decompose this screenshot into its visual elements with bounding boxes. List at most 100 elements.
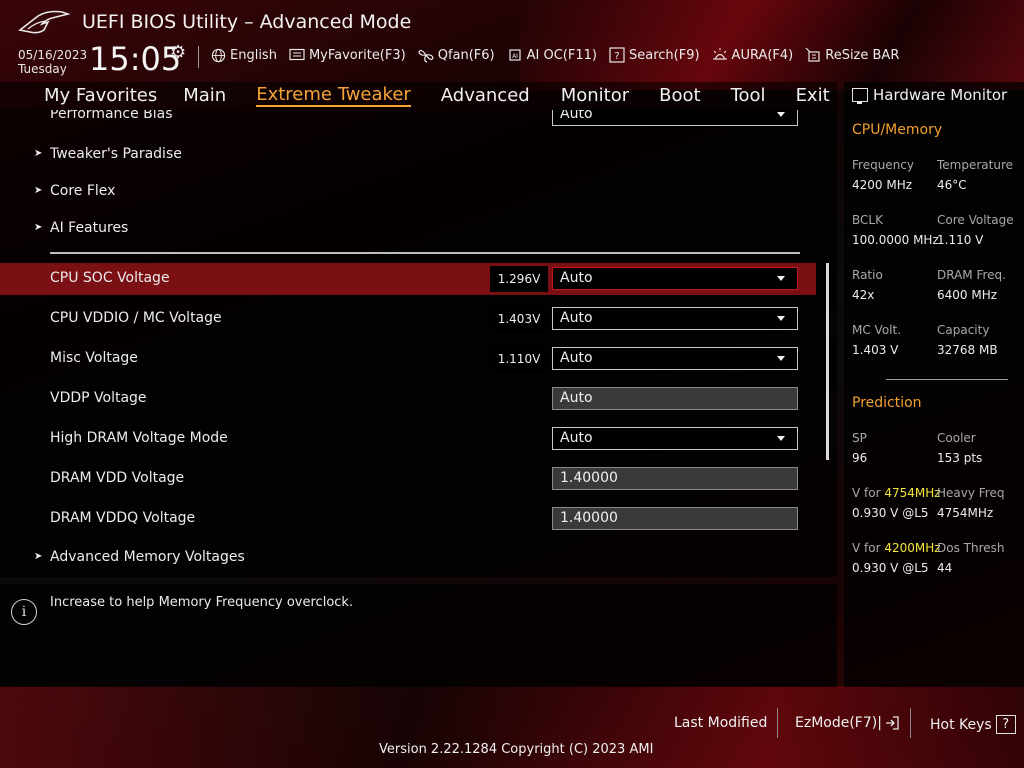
setting-label: DRAM VDDQ Voltage <box>50 510 196 526</box>
setting-label: DRAM VDD Voltage <box>50 470 185 486</box>
dos-thresh-value: 44 <box>937 561 953 575</box>
setting-label: CPU VDDIO / MC Voltage <box>50 310 222 326</box>
submenu-label: Tweaker's Paradise <box>50 146 182 162</box>
clock[interactable]: 15:05 <box>89 40 181 78</box>
aura-button[interactable]: AURA(F4) <box>712 47 794 63</box>
last-modified-button[interactable]: Last Modified <box>674 715 767 731</box>
section-divider <box>50 252 800 254</box>
myfavorite-label: MyFavorite(F3) <box>308 47 406 63</box>
aura-label: AURA(F4) <box>731 47 794 63</box>
capacity-label: Capacity <box>937 323 990 337</box>
bclk-label: BCLK <box>852 213 883 227</box>
exit-arrow-icon <box>885 716 899 730</box>
submenu-ai-features[interactable]: ➤ AI Features <box>0 213 816 245</box>
svg-text:?: ? <box>614 51 619 62</box>
misc-voltage-dropdown[interactable]: Auto <box>552 347 798 370</box>
cpu-vddio-mc-voltage-dropdown[interactable]: Auto <box>552 307 798 330</box>
capacity-value: 32768 MB <box>937 343 998 357</box>
tab-monitor[interactable]: Monitor <box>561 85 629 107</box>
setting-row-vddp-voltage[interactable]: VDDP Voltage Auto <box>0 383 816 415</box>
setting-row-misc-voltage[interactable]: Misc Voltage 1.110V Auto <box>0 343 816 375</box>
vddp-voltage-field[interactable]: Auto <box>552 387 798 410</box>
submenu-core-flex[interactable]: ➤ Core Flex <box>0 176 816 208</box>
resize-bar-label: ReSize BAR <box>825 47 900 63</box>
caret-down-icon <box>777 356 785 361</box>
tab-boot[interactable]: Boot <box>659 85 700 107</box>
setting-row-cpu-soc-voltage[interactable]: CPU SOC Voltage 1.296V Auto <box>0 263 816 295</box>
setting-row-performance-bias[interactable]: Performance Bias Auto <box>0 110 816 131</box>
performance-bias-dropdown[interactable]: Auto <box>552 110 798 126</box>
language-button[interactable]: English <box>210 47 277 63</box>
language-label: English <box>230 47 277 63</box>
help-panel: i Increase to help Memory Frequency over… <box>0 584 837 687</box>
v-for-freq1-label: V for 4754MHz <box>852 486 941 500</box>
tab-main[interactable]: Main <box>183 85 226 107</box>
qfan-label: Qfan(F6) <box>437 47 495 63</box>
setting-row-dram-vddq-voltage[interactable]: DRAM VDDQ Voltage 1.40000 <box>0 503 816 535</box>
submenu-advanced-memory-voltages[interactable]: ➤ Advanced Memory Voltages <box>0 542 816 574</box>
app-title: UEFI BIOS Utility – Advanced Mode <box>82 11 412 33</box>
v-for-freq2-label: V for 4200MHz <box>852 541 941 555</box>
info-icon: i <box>11 599 37 625</box>
ai-chip-icon: AI <box>507 47 523 63</box>
voltage-reading: 1.403V <box>490 306 548 332</box>
dropdown-value: Auto <box>560 430 593 446</box>
setting-label: CPU SOC Voltage <box>50 270 170 286</box>
setting-row-high-dram-voltage-mode[interactable]: High DRAM Voltage Mode Auto <box>0 423 816 455</box>
v-for-prefix: V for <box>852 486 885 500</box>
caret-down-icon <box>777 276 785 281</box>
heavy-freq-label: Heavy Freq <box>937 486 1005 500</box>
resize-bar-button[interactable]: ReSize BAR <box>805 47 899 63</box>
favorite-icon <box>289 47 305 63</box>
dram-freq-label: DRAM Freq. <box>937 268 1006 282</box>
tab-tool[interactable]: Tool <box>731 85 766 107</box>
v-for-freq2-value: 0.930 V @L5 <box>852 561 929 575</box>
cooler-value: 153 pts <box>937 451 983 465</box>
date-display: 05/16/2023 Tuesday <box>18 48 87 76</box>
dropdown-value: Auto <box>560 110 593 122</box>
search-button[interactable]: ? Search(F9) <box>609 47 700 63</box>
core-voltage-value: 1.110 V <box>937 233 984 247</box>
v-for-prefix: V for <box>852 541 885 555</box>
cooler-label: Cooler <box>937 431 976 445</box>
setting-row-cpu-vddio-mc-voltage[interactable]: CPU VDDIO / MC Voltage 1.403V Auto <box>0 303 816 335</box>
tab-advanced[interactable]: Advanced <box>441 85 530 107</box>
cpu-memory-heading: CPU/Memory <box>852 122 943 138</box>
caret-down-icon <box>777 436 785 441</box>
scrollbar[interactable] <box>826 263 829 460</box>
toolbar: English MyFavorite(F3) Qfan(F6) AI AI OC… <box>210 47 911 63</box>
menu-tabs: My Favorites Main Extreme Tweaker Advanc… <box>44 85 830 107</box>
voltage-reading: 1.110V <box>490 346 548 372</box>
monitor-icon <box>852 88 868 104</box>
myfavorite-button[interactable]: MyFavorite(F3) <box>289 47 406 63</box>
dram-vddq-voltage-field[interactable]: 1.40000 <box>552 507 798 530</box>
dropdown-value: Auto <box>560 270 593 286</box>
version-text: Version 2.22.1284 Copyright (C) 2023 AMI <box>379 742 654 757</box>
hotkeys-button[interactable]: Hot Keys ? <box>930 715 1016 734</box>
high-dram-voltage-mode-dropdown[interactable]: Auto <box>552 427 798 450</box>
voltage-reading: 1.296V <box>490 266 548 292</box>
divider <box>910 708 911 738</box>
temperature-label: Temperature <box>937 158 1014 172</box>
dram-vdd-voltage-field[interactable]: 1.40000 <box>552 467 798 490</box>
day-text: Tuesday <box>18 62 67 76</box>
submenu-tweakers-paradise[interactable]: ➤ Tweaker's Paradise <box>0 139 816 171</box>
cpu-soc-voltage-dropdown[interactable]: Auto <box>552 267 798 290</box>
v-for-freq1-value: 0.930 V @L5 <box>852 506 929 520</box>
frequency-value: 4200 MHz <box>852 178 913 192</box>
aioc-label: AI OC(F11) <box>526 47 597 63</box>
tab-my-favorites[interactable]: My Favorites <box>44 85 157 107</box>
mc-volt-value: 1.403 V <box>852 343 899 357</box>
hardware-monitor-panel: Hardware Monitor CPU/Memory Frequency 42… <box>844 82 1024 687</box>
setting-label: Misc Voltage <box>50 350 138 366</box>
setting-row-dram-vdd-voltage[interactable]: DRAM VDD Voltage 1.40000 <box>0 463 816 495</box>
arrow-right-icon: ➤ <box>34 222 43 233</box>
tab-extreme-tweaker[interactable]: Extreme Tweaker <box>256 85 411 107</box>
tab-exit[interactable]: Exit <box>796 85 830 107</box>
arrow-right-icon: ➤ <box>34 185 43 196</box>
ezmode-button[interactable]: EzMode(F7)| <box>795 715 900 731</box>
aioc-button[interactable]: AI AI OC(F11) <box>507 47 597 63</box>
globe-icon <box>210 47 226 63</box>
gear-icon[interactable]: ⚙ <box>170 42 186 63</box>
qfan-button[interactable]: Qfan(F6) <box>418 47 495 63</box>
